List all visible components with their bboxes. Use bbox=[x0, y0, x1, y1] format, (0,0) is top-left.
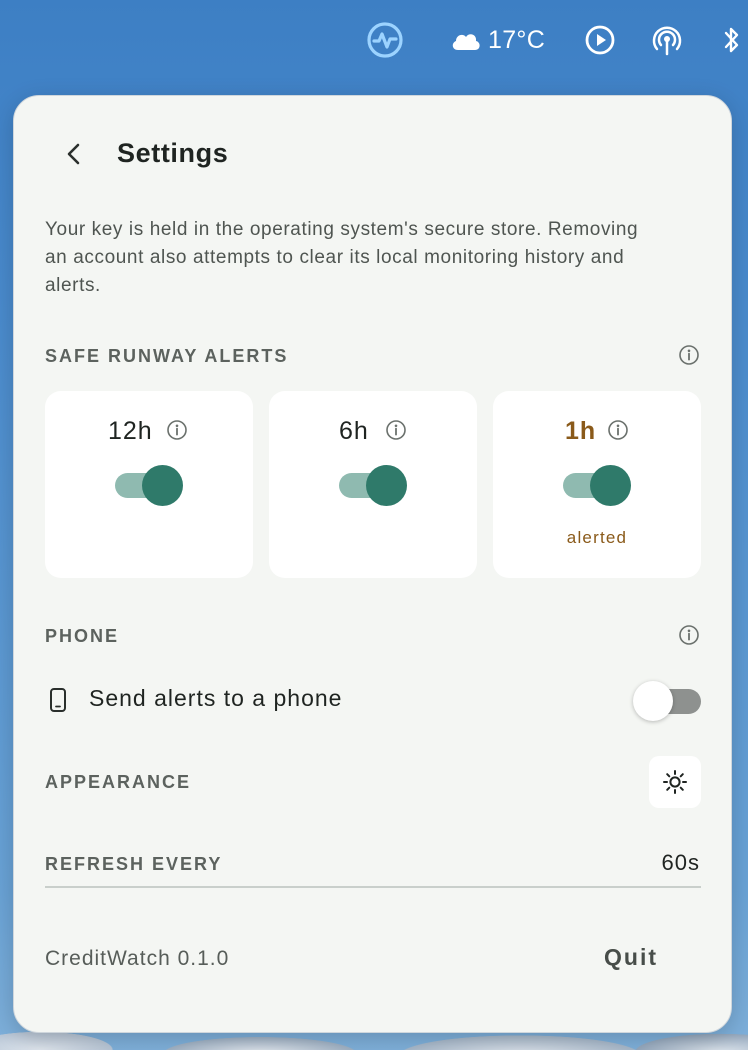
refresh-section-label: REFRESH EVERY bbox=[45, 854, 223, 874]
runway-card-6h: 6h bbox=[269, 391, 477, 578]
app-version: CreditWatch 0.1.0 bbox=[45, 947, 230, 970]
info-icon[interactable] bbox=[385, 419, 407, 441]
runway-toggle-1h[interactable] bbox=[563, 465, 631, 506]
cloud-icon bbox=[452, 34, 480, 50]
runway-card-12h: 12h bbox=[45, 391, 253, 578]
phone-option-label: Send alerts to a phone bbox=[89, 685, 343, 711]
back-button[interactable] bbox=[60, 134, 88, 174]
theme-toggle-button[interactable] bbox=[649, 756, 701, 808]
appearance-section-label: APPEARANCE bbox=[45, 772, 192, 792]
phone-alert-row: Send alerts to a phone bbox=[45, 681, 701, 721]
toggle-knob bbox=[366, 465, 407, 506]
weather-status[interactable]: 17°C bbox=[450, 20, 545, 60]
alert-status-label: alerted bbox=[566, 528, 628, 547]
smartphone-icon bbox=[50, 688, 66, 712]
phone-alerts-toggle[interactable] bbox=[633, 681, 701, 721]
temperature-label: 17°C bbox=[488, 25, 546, 54]
bluetooth-icon[interactable] bbox=[722, 20, 742, 60]
runway-label: 1h bbox=[565, 417, 597, 445]
info-icon[interactable] bbox=[166, 419, 188, 441]
refresh-divider bbox=[45, 886, 701, 888]
runway-label: 6h bbox=[339, 417, 369, 445]
info-icon[interactable] bbox=[678, 344, 700, 366]
play-circle-icon[interactable] bbox=[584, 20, 616, 60]
runway-cards: 12h 6h 1h alerted bbox=[45, 391, 701, 578]
security-description: Your key is held in the operating system… bbox=[45, 219, 639, 296]
menu-bar: 17°C bbox=[0, 0, 748, 78]
toggle-knob bbox=[590, 465, 631, 506]
page-title: Settings bbox=[117, 138, 229, 168]
info-icon[interactable] bbox=[678, 624, 700, 646]
sun-icon bbox=[663, 770, 687, 794]
quit-button[interactable]: Quit bbox=[604, 944, 658, 971]
activity-pulse-icon[interactable] bbox=[364, 20, 406, 60]
settings-panel: Settings Your key is held in the operati… bbox=[13, 95, 732, 1033]
phone-section-label: PHONE bbox=[45, 626, 120, 646]
runway-toggle-6h[interactable] bbox=[339, 465, 407, 506]
runway-label: 12h bbox=[108, 417, 153, 445]
toggle-knob bbox=[633, 681, 673, 721]
runway-toggle-12h[interactable] bbox=[115, 465, 183, 506]
toggle-knob bbox=[142, 465, 183, 506]
chevron-left-icon bbox=[67, 143, 80, 165]
runway-section-label: SAFE RUNWAY ALERTS bbox=[45, 346, 289, 366]
wireless-broadcast-icon[interactable] bbox=[650, 20, 684, 60]
info-icon[interactable] bbox=[607, 419, 629, 441]
runway-card-1h: 1h alerted bbox=[493, 391, 701, 578]
refresh-interval-value[interactable]: 60s bbox=[662, 850, 700, 876]
